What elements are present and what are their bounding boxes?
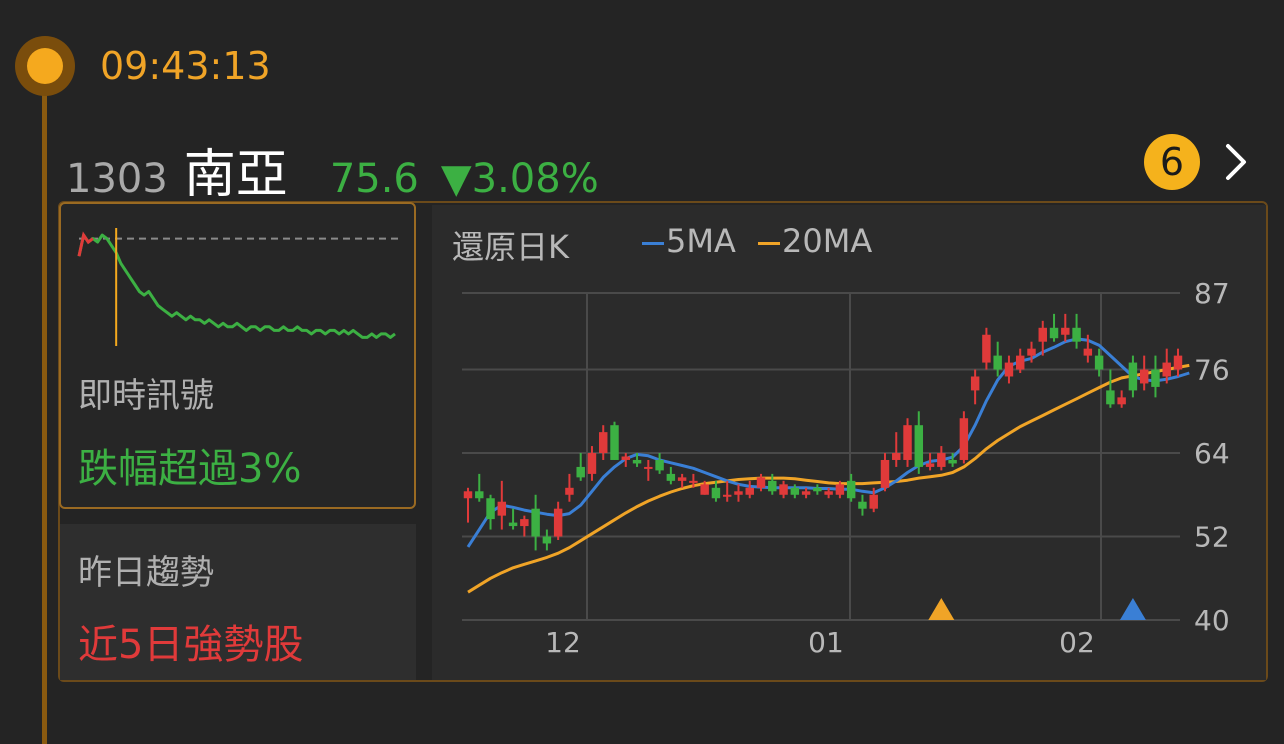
signal-value: 跌幅超過3% <box>78 446 302 492</box>
intraday-series-line <box>77 233 396 339</box>
stock-code: 1303 <box>66 156 168 202</box>
trend-value: 近5日強勢股 <box>78 622 304 668</box>
signal-label: 即時訊號 <box>78 376 214 416</box>
kline-panel[interactable] <box>432 205 1266 680</box>
legend-20ma-label: 20MA <box>782 222 873 260</box>
kline-title: 還原日K <box>452 228 569 266</box>
timeline-line <box>42 66 47 744</box>
stock-name: 南亞 <box>183 145 288 205</box>
signal-time: 09:43:13 <box>100 44 271 88</box>
intraday-sparkline <box>77 228 401 346</box>
stock-price: 75.6 <box>329 156 419 202</box>
legend-5ma: 5MA <box>642 222 736 260</box>
stock-row[interactable]: 1303 南亞 75.6 ▼3.08% <box>66 132 599 205</box>
legend-20ma: 20MA <box>758 222 872 260</box>
trend-label: 昨日趨勢 <box>78 553 214 593</box>
timeline-dot-icon <box>15 36 75 96</box>
chevron-right-icon[interactable] <box>1218 140 1258 184</box>
notification-count-badge[interactable]: 6 <box>1144 134 1200 190</box>
stock-change: ▼3.08% <box>440 156 599 202</box>
legend-5ma-label: 5MA <box>666 222 736 260</box>
